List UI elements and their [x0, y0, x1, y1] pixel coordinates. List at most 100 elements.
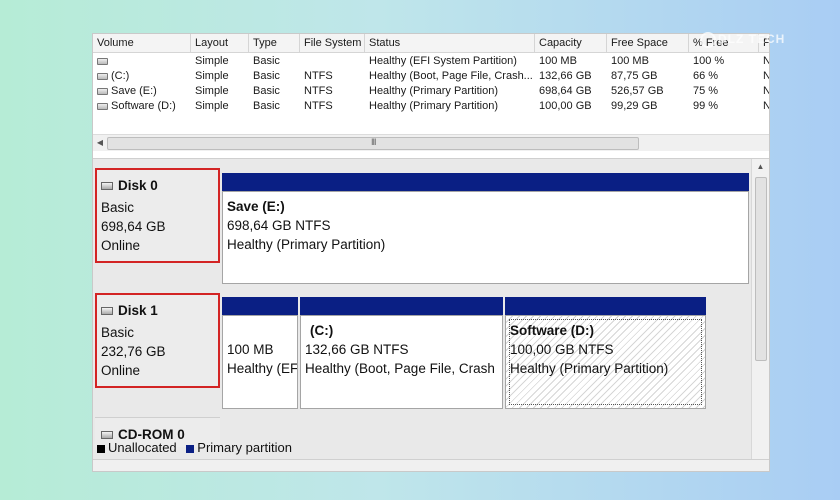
vertical-scroll-thumb[interactable]: [755, 177, 767, 361]
watermark-text: DLZ TECH: [718, 32, 786, 47]
capacity-cell: 698,64 GB: [539, 85, 592, 97]
status-cell: Healthy (Primary Partition): [369, 85, 498, 97]
legend-label-unallocated: Unallocated: [108, 440, 177, 455]
status-cell: Healthy (Primary Partition): [369, 100, 498, 112]
disk-graphical-view: Disk 0 Basic 698,64 GB Online Save (E:) …: [93, 158, 769, 471]
volume-row[interactable]: (C:) Simple Basic NTFS Healthy (Boot, Pa…: [93, 69, 769, 84]
disk-size: 232,76 GB: [101, 344, 166, 359]
disk-state: Online: [101, 238, 141, 253]
fault-tolerance-cell: N: [759, 84, 769, 99]
partition-bar: [300, 297, 503, 315]
partition-name: Save (E:): [227, 199, 285, 214]
layout-cell: Simple: [195, 85, 229, 97]
fault-tolerance-cell: N: [759, 54, 769, 69]
disk-type: Basic: [101, 325, 135, 340]
partition-size: 698,64 GB NTFS: [227, 218, 331, 233]
volume-row[interactable]: Software (D:) Simple Basic NTFS Healthy …: [93, 99, 769, 114]
volume-list: Volume Layout Type File System Status Ca…: [93, 34, 769, 158]
volume-icon: [97, 72, 108, 80]
fault-tolerance-cell: N: [759, 99, 769, 114]
cdrom-drive-icon: [101, 431, 113, 440]
percent-free-cell: 66 %: [693, 70, 719, 82]
disk-state: Online: [101, 363, 141, 378]
scroll-grip: III: [371, 137, 376, 147]
volume-list-horizontal-scrollbar[interactable]: ◀ III: [93, 134, 769, 151]
logo-circle-icon: [700, 32, 716, 48]
percent-free-cell: 100 %: [693, 55, 725, 67]
column-header-layout[interactable]: Layout: [191, 34, 249, 52]
filesystem-cell: NTFS: [304, 100, 333, 112]
partition-software-d[interactable]: Software (D:) 100,00 GB NTFS Healthy (Pr…: [505, 315, 706, 409]
partition-size: 100 MB: [227, 342, 274, 357]
horizontal-scroll-thumb[interactable]: III: [107, 137, 639, 150]
layout-cell: Simple: [195, 55, 229, 67]
volume-cell: Save (E:): [93, 84, 191, 99]
volume-row[interactable]: Simple Basic Healthy (EFI System Partiti…: [93, 54, 769, 69]
filesystem-cell: [300, 54, 365, 69]
type-cell: Basic: [253, 100, 280, 112]
capacity-cell: 132,66 GB: [539, 70, 592, 82]
free-space-cell: 100 MB: [611, 55, 649, 67]
disk-type: Basic: [101, 200, 135, 215]
volume-name: (C:): [111, 70, 130, 82]
percent-free-cell: 75 %: [693, 85, 719, 97]
partition-status: Healthy (Primary Partition): [227, 237, 386, 252]
capacity-cell: 100 MB: [539, 55, 577, 67]
column-header-file-system[interactable]: File System: [300, 34, 365, 52]
free-space-cell: 99,29 GB: [611, 100, 658, 112]
disk-view-vertical-scrollbar[interactable]: ▲: [751, 159, 769, 459]
percent-free-cell: 99 %: [693, 100, 719, 112]
type-cell: Basic: [253, 70, 280, 82]
status-cell: Healthy (Boot, Page File, Crash...: [369, 70, 533, 82]
partition-bar: [505, 297, 706, 315]
column-header-type[interactable]: Type: [249, 34, 300, 52]
layout-cell: Simple: [195, 100, 229, 112]
free-space-cell: 87,75 GB: [611, 70, 658, 82]
legend-label-primary: Primary partition: [197, 440, 292, 455]
partition-bar: [222, 173, 749, 191]
volume-icon: [97, 102, 108, 110]
column-header-free-space[interactable]: Free Space: [607, 34, 689, 52]
partition-size: 100,00 GB NTFS: [510, 342, 614, 357]
legend-swatch-primary: [186, 444, 195, 453]
column-header-capacity[interactable]: Capacity: [535, 34, 607, 52]
type-cell: Basic: [253, 85, 280, 97]
volume-name: Software (D:): [111, 100, 176, 112]
partition-c[interactable]: (C:) 132,66 GB NTFS Healthy (Boot, Page …: [300, 315, 503, 409]
disk-0-info[interactable]: Disk 0 Basic 698,64 GB Online: [95, 168, 220, 263]
partition-save-e[interactable]: Save (E:) 698,64 GB NTFS Healthy (Primar…: [222, 191, 749, 284]
disk-1-info[interactable]: Disk 1 Basic 232,76 GB Online: [95, 293, 220, 388]
volume-row[interactable]: Save (E:) Simple Basic NTFS Healthy (Pri…: [93, 84, 769, 99]
fault-tolerance-cell: N: [759, 69, 769, 84]
volume-icon: [97, 57, 108, 65]
scroll-left-arrow-icon[interactable]: ◀: [93, 135, 107, 151]
partition-name: (C:): [310, 323, 334, 338]
partition-bar: [222, 297, 298, 315]
disk-drive-icon: [101, 307, 113, 316]
column-header-status[interactable]: Status: [365, 34, 535, 52]
scroll-up-arrow-icon[interactable]: ▲: [752, 159, 769, 175]
column-header-volume[interactable]: Volume: [93, 34, 191, 52]
volume-icon: [97, 87, 108, 95]
capacity-cell: 100,00 GB: [539, 100, 592, 112]
volume-cell: [93, 54, 191, 69]
watermark-logo: DLZ TECH: [700, 32, 785, 48]
filesystem-cell: NTFS: [304, 85, 333, 97]
partition-status: Healthy (Boot, Page File, Crash: [305, 361, 495, 376]
volume-cell: (C:): [93, 69, 191, 84]
volume-name: Save (E:): [111, 85, 157, 97]
partition-size: 132,66 GB NTFS: [305, 342, 409, 357]
partition-status: Healthy (Primary Partition): [510, 361, 669, 376]
free-space-cell: 526,57 GB: [611, 85, 664, 97]
partition-efi[interactable]: 100 MB Healthy (EFI: [222, 315, 298, 409]
status-cell: Healthy (EFI System Partition): [369, 55, 517, 67]
disk-title: Disk 0: [118, 178, 158, 193]
volume-cell: Software (D:): [93, 99, 191, 114]
partition-name: Software (D:): [510, 323, 594, 338]
disk-management-window: Volume Layout Type File System Status Ca…: [92, 33, 770, 472]
partition-status: Healthy (EFI: [227, 361, 298, 376]
type-cell: Basic: [253, 55, 280, 67]
disk-title: Disk 1: [118, 303, 158, 318]
layout-cell: Simple: [195, 70, 229, 82]
disk-drive-icon: [101, 182, 113, 191]
